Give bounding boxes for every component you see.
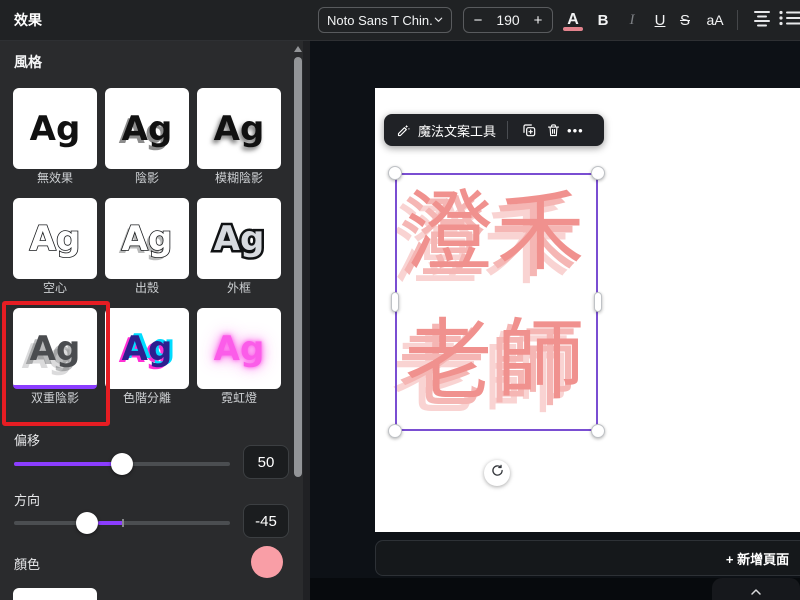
add-page-label: + 新增頁面 — [726, 549, 789, 568]
style-preview: Ag — [214, 112, 265, 146]
style-preview: Ag — [122, 332, 173, 366]
font-size-stepper: − 190 + — [463, 7, 553, 33]
direction-slider-fill — [98, 521, 123, 525]
style-tile-outline[interactable]: Ag — [197, 198, 281, 279]
panel-edge — [303, 40, 310, 600]
font-family-select[interactable]: Noto Sans T Chin... — [318, 7, 452, 33]
direction-value: -45 — [255, 513, 277, 530]
resize-handle-right[interactable] — [594, 292, 602, 312]
style-label: 外框 — [197, 279, 281, 296]
color-label: 顏色 — [14, 554, 40, 573]
floating-toolbar: 魔法文案工具 ••• — [384, 114, 604, 146]
rotate-handle[interactable] — [484, 460, 510, 486]
style-tile-shadow[interactable]: Ag — [105, 88, 189, 169]
style-tile-blur-shadow[interactable]: Ag — [197, 88, 281, 169]
toolbar-divider — [737, 10, 738, 30]
top-toolbar: 效果 Noto Sans T Chin... − 190 + A B I U S… — [0, 0, 800, 41]
text-color-indicator — [563, 27, 583, 31]
resize-handle-top-right[interactable] — [591, 166, 605, 180]
style-tile-no-effect[interactable]: Ag — [13, 88, 97, 169]
chevron-down-icon — [433, 13, 443, 28]
duplicate-button[interactable] — [517, 118, 541, 142]
style-tile-double-shadow-selected[interactable]: Ag — [13, 308, 97, 389]
offset-label: 偏移 — [14, 430, 40, 449]
resize-handle-bottom-left[interactable] — [388, 424, 402, 438]
style-preview: Ag — [30, 332, 81, 366]
style-label: 無效果 — [13, 169, 97, 186]
offset-slider-fill — [14, 462, 122, 466]
font-size-decrease-button[interactable]: − — [464, 12, 492, 29]
canvas-area: 澄禾 老師 魔法文案工具 ••• — [310, 40, 800, 600]
app-window: 澄禾 老師 魔法文案工具 ••• — [0, 0, 800, 600]
delete-button[interactable] — [541, 118, 565, 142]
toolbar-divider — [507, 121, 508, 139]
style-tile-splice[interactable]: Ag — [105, 198, 189, 279]
style-section-title: 風格 — [14, 52, 42, 72]
expand-pages-tab[interactable] — [712, 578, 800, 600]
strikethrough-button[interactable]: S — [673, 8, 697, 32]
style-tile-hollow[interactable]: Ag — [13, 198, 97, 279]
offset-value-field[interactable]: 50 — [243, 445, 289, 479]
canvas-text-element[interactable]: 澄禾 老師 — [395, 167, 598, 425]
canvas-text-line2: 老師 — [395, 296, 598, 425]
font-size-value[interactable]: 190 — [492, 12, 524, 28]
style-preview: Ag — [122, 222, 173, 256]
style-preview: Ag — [30, 222, 81, 256]
chevron-up-icon — [750, 583, 762, 600]
direction-slider[interactable] — [14, 521, 230, 525]
bullet-list-icon — [778, 9, 800, 31]
style-label: 模糊陰影 — [197, 169, 281, 186]
style-preview: Ag — [122, 112, 173, 146]
style-label: 霓虹燈 — [197, 389, 281, 406]
more-options-button[interactable]: ••• — [567, 123, 584, 138]
list-button[interactable] — [777, 8, 800, 32]
text-align-button[interactable] — [750, 8, 774, 32]
resize-handle-top-left[interactable] — [388, 166, 402, 180]
effects-panel: 風格 Ag Ag Ag 無效果 陰影 模糊陰影 Ag Ag Ag 空心 出殼 外… — [0, 40, 310, 600]
style-preview: Ag — [30, 112, 81, 146]
add-page-button[interactable]: + 新增頁面 — [375, 540, 800, 576]
offset-slider-thumb[interactable] — [111, 453, 133, 475]
text-case-button[interactable]: aA — [701, 8, 729, 32]
font-size-increase-button[interactable]: + — [524, 12, 552, 29]
panel-scrollbar[interactable] — [294, 57, 302, 477]
direction-value-field[interactable]: -45 — [243, 504, 289, 538]
direction-slider-thumb[interactable] — [76, 512, 98, 534]
style-label: 陰影 — [105, 169, 189, 186]
bold-button[interactable]: B — [591, 8, 615, 32]
style-label: 空心 — [13, 279, 97, 296]
text-color-button[interactable]: A — [561, 8, 585, 32]
magic-write-icon — [394, 118, 412, 142]
style-tile-partial[interactable] — [13, 588, 97, 600]
direction-label: 方向 — [14, 490, 40, 509]
style-tile-glitch[interactable]: Ag — [105, 308, 189, 389]
style-preview: Ag — [214, 222, 265, 256]
style-label: 色階分離 — [105, 389, 189, 406]
canvas-text-line1: 澄禾 — [395, 167, 598, 296]
style-preview: Ag — [214, 332, 265, 366]
scrollbar-up-arrow[interactable] — [294, 46, 302, 52]
italic-button[interactable]: I — [620, 8, 644, 32]
panel-title: 效果 — [14, 0, 42, 40]
direction-zero-tick — [122, 519, 124, 527]
offset-value: 50 — [258, 454, 275, 471]
style-label: 出殼 — [105, 279, 189, 296]
style-label: 双重陰影 — [13, 389, 97, 406]
magic-write-button[interactable]: 魔法文案工具 — [418, 121, 496, 140]
align-center-icon — [752, 9, 772, 31]
style-tile-neon[interactable]: Ag — [197, 308, 281, 389]
resize-handle-bottom-right[interactable] — [591, 424, 605, 438]
color-swatch[interactable] — [251, 546, 283, 578]
resize-handle-left[interactable] — [391, 292, 399, 312]
underline-button[interactable]: U — [648, 8, 672, 32]
rotate-icon — [491, 464, 504, 482]
font-family-value: Noto Sans T Chin... — [327, 13, 433, 28]
